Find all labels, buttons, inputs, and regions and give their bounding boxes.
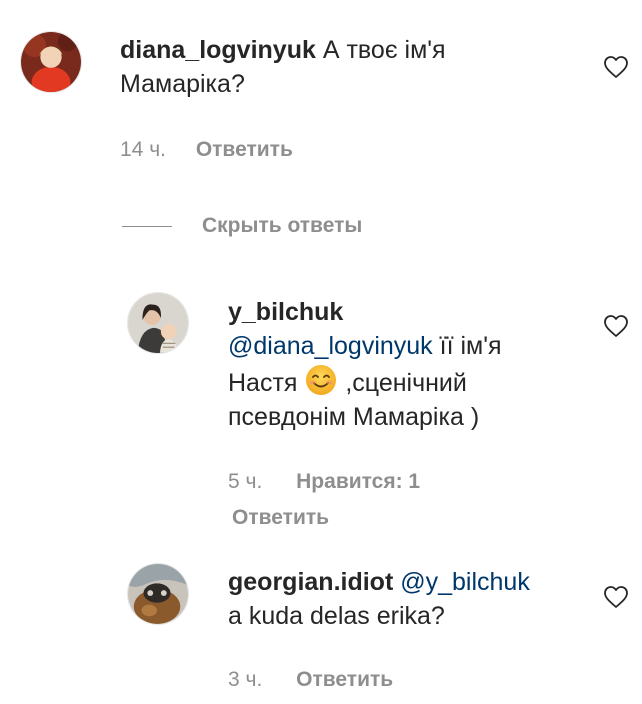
- reply-username[interactable]: georgian.idiot: [228, 568, 393, 596]
- hide-replies-button[interactable]: Скрыть ответы: [122, 212, 362, 240]
- like-heart-icon[interactable]: [603, 314, 629, 338]
- comment-meta: 14 ч. Ответить: [120, 136, 293, 164]
- comments-thread: diana_logvinyuk А твоє ім'я Мамаріка? 14…: [0, 0, 642, 704]
- reply-button[interactable]: Ответить: [196, 138, 293, 161]
- reply-mention[interactable]: @diana_logvinyuk: [228, 332, 433, 360]
- avatar-image: [128, 564, 188, 624]
- like-heart-icon[interactable]: [603, 55, 629, 79]
- like-heart-icon[interactable]: [603, 585, 629, 609]
- divider-line: [122, 225, 172, 227]
- avatar-y-bilchuk[interactable]: [127, 292, 189, 354]
- avatar-image: [21, 32, 81, 92]
- smiling-face-icon: [304, 363, 338, 397]
- reply-body: y_bilchuk @diana_logvinyuk її ім'я Настя…: [228, 295, 538, 434]
- comment-body: diana_logvinyuk А твоє ім'я Мамаріка?: [120, 33, 500, 101]
- avatar-image: [128, 293, 188, 353]
- comment-time: 14 ч.: [120, 138, 166, 161]
- reply-username[interactable]: y_bilchuk: [228, 295, 538, 329]
- reply-mention[interactable]: @y_bilchuk: [400, 568, 530, 596]
- reply-meta-second-line: Ответить: [232, 504, 329, 532]
- reply-time: 3 ч.: [228, 668, 263, 691]
- comment-username[interactable]: diana_logvinyuk: [120, 36, 316, 64]
- reply-button[interactable]: Ответить: [296, 668, 393, 691]
- likes-count-button[interactable]: Нравится: 1: [296, 470, 420, 493]
- reply-body: georgian.idiot @y_bilchuk a kuda delas e…: [228, 565, 588, 633]
- hide-replies-label: Скрыть ответы: [202, 214, 363, 237]
- reply-time: 5 ч.: [228, 470, 263, 493]
- reply-meta: 3 ч. Ответить: [228, 666, 393, 694]
- reply-button[interactable]: Ответить: [232, 506, 329, 529]
- avatar-georgian-idiot[interactable]: [127, 563, 189, 625]
- reply-meta: 5 ч. Нравится: 1: [228, 468, 420, 496]
- avatar-diana-logvinyuk[interactable]: [20, 31, 82, 93]
- reply-text: a kuda delas erika?: [228, 602, 445, 630]
